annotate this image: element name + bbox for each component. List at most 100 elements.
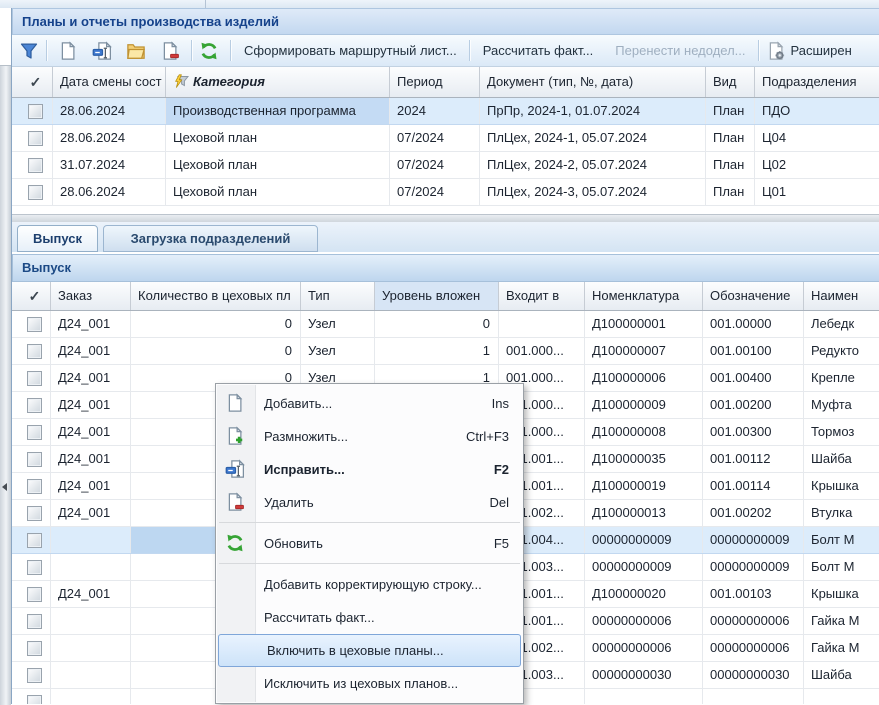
menu-item-label: Включить в цеховые планы... [267, 643, 506, 658]
table-row[interactable]: 28.06.2024 Производственная программа 20… [12, 98, 879, 125]
cell-kind: План [706, 98, 755, 124]
row-checkbox[interactable] [27, 614, 42, 629]
row-checkbox[interactable] [27, 425, 42, 440]
row-checkbox[interactable] [28, 158, 43, 173]
header-level[interactable]: Уровень вложен [375, 282, 499, 310]
cell-designation: 001.00400 [703, 365, 804, 391]
calc-fact-button[interactable]: Рассчитать факт... [483, 43, 594, 58]
header-qty[interactable]: Количество в цеховых пл [131, 282, 301, 310]
delete-document-icon [160, 41, 180, 61]
menu-item-duplicate[interactable]: Размножить... Ctrl+F3 [216, 420, 523, 453]
move-backlog-button: Перенести недодел... [615, 43, 745, 58]
header-department[interactable]: Подразделения [755, 67, 879, 97]
menu-item-refresh[interactable]: Обновить F5 [216, 527, 523, 560]
header-nomenclature[interactable]: Номенклатура [585, 282, 703, 310]
open-button[interactable] [124, 39, 148, 63]
settings-document-icon [766, 41, 786, 61]
refresh-button[interactable] [197, 39, 221, 63]
cell-nomenclature: 00000000006 [585, 635, 703, 661]
menu-item-add-correcting-row[interactable]: Добавить корректирующую строку... [216, 568, 523, 601]
cell-nomenclature: Д100000006 [585, 365, 703, 391]
header-date[interactable]: Дата смены сост [53, 67, 166, 97]
row-checkbox[interactable] [28, 131, 43, 146]
menu-item-delete[interactable]: Удалить Del [216, 486, 523, 519]
row-checkbox[interactable] [27, 452, 42, 467]
row-checkbox[interactable] [27, 479, 42, 494]
table-row[interactable]: Д24_001 0 Узел 1 001.000... Д100000007 0… [12, 338, 879, 365]
header-order[interactable]: Заказ [51, 282, 131, 310]
cell-document: ПрПр, 2024-1, 01.07.2024 [480, 98, 706, 124]
cell-designation: 001.00202 [703, 500, 804, 526]
table-row[interactable]: 28.06.2024 Цеховой план 07/2024 ПлЦех, 2… [12, 179, 879, 206]
cell-period: 07/2024 [390, 179, 480, 205]
header-check-column[interactable]: ✓ [12, 282, 51, 310]
row-checkbox[interactable] [27, 344, 42, 359]
row-checkbox[interactable] [27, 587, 42, 602]
filter-button[interactable] [17, 39, 41, 63]
tab-vypusk[interactable]: Выпуск [17, 225, 98, 252]
edit-document-icon [225, 459, 245, 482]
left-splitter-bar[interactable] [0, 65, 11, 705]
cell-kind: План [706, 152, 755, 178]
cell-date: 28.06.2024 [53, 98, 166, 124]
cell-name: Шайба [804, 446, 879, 472]
table-row[interactable]: Д24_001 0 Узел 0 Д100000001 001.00000 Ле… [12, 311, 879, 338]
row-checkbox[interactable] [28, 185, 43, 200]
row-checkbox[interactable] [27, 371, 42, 386]
cell-order [51, 527, 131, 553]
menu-item-shortcut: F5 [482, 536, 509, 551]
row-checkbox[interactable] [27, 533, 42, 548]
delete-button[interactable] [158, 39, 182, 63]
header-kind[interactable]: Вид [706, 67, 755, 97]
header-name[interactable]: Наимен [804, 282, 879, 310]
row-checkbox[interactable] [28, 104, 43, 119]
row-checkbox[interactable] [27, 560, 42, 575]
header-type[interactable]: Тип [301, 282, 375, 310]
menu-item-label: Добавить... [264, 396, 480, 411]
menu-item-label: Исключить из цеховых планов... [264, 676, 509, 691]
toolbar-separator [46, 40, 47, 61]
row-checkbox[interactable] [27, 668, 42, 683]
table-row[interactable]: 28.06.2024 Цеховой план 07/2024 ПлЦех, 2… [12, 125, 879, 152]
menu-item-edit[interactable]: Исправить... F2 [216, 453, 523, 486]
table-row[interactable]: 31.07.2024 Цеховой план 07/2024 ПлЦех, 2… [12, 152, 879, 179]
row-checkbox[interactable] [27, 641, 42, 656]
header-check-column[interactable]: ✓ [12, 67, 53, 97]
menu-item-label: Обновить [264, 536, 482, 551]
form-route-sheet-button[interactable]: Сформировать маршрутный лист... [244, 43, 457, 58]
row-checkbox[interactable] [27, 506, 42, 521]
tab-zagruzka-podrazdelenij[interactable]: Загрузка подразделений [103, 225, 318, 252]
edit-document-icon [92, 41, 112, 61]
row-checkbox[interactable] [27, 695, 42, 705]
row-checkbox[interactable] [27, 398, 42, 413]
menu-separator [216, 519, 523, 527]
menu-item-calc-fact[interactable]: Рассчитать факт... [216, 601, 523, 634]
add-button[interactable] [56, 39, 80, 63]
header-period[interactable]: Период [390, 67, 480, 97]
cell-order: Д24_001 [51, 311, 131, 337]
cell-designation: 00000000009 [703, 527, 804, 553]
cell-designation: 00000000030 [703, 662, 804, 688]
row-checkbox[interactable] [27, 317, 42, 332]
menu-item-add[interactable]: Добавить... Ins [216, 387, 523, 420]
cell-name: Втулка [804, 500, 879, 526]
group-header: Выпуск [12, 254, 879, 282]
cell-nomenclature: 00000000006 [585, 608, 703, 634]
header-parent[interactable]: Входит в [499, 282, 585, 310]
edit-button[interactable] [90, 39, 114, 63]
header-category[interactable]: Категория [166, 67, 390, 97]
advanced-button[interactable]: Расширен [791, 43, 852, 58]
cell-nomenclature: 00000000009 [585, 527, 703, 553]
toolbar-separator [230, 40, 231, 61]
cell-name: Редукто [804, 338, 879, 364]
cell-name: Лебедк [804, 311, 879, 337]
menu-item-include-in-shop-plans[interactable]: Включить в цеховые планы... [218, 634, 521, 667]
collapse-left-arrow-icon[interactable] [2, 483, 7, 491]
menu-item-exclude-from-shop-plans[interactable]: Исключить из цеховых планов... [216, 667, 523, 700]
header-document[interactable]: Документ (тип, №, дата) [480, 67, 706, 97]
cell-order: Д24_001 [51, 581, 131, 607]
header-designation[interactable]: Обозначение [703, 282, 804, 310]
toolbar-separator [758, 40, 759, 61]
advanced-button-icon-wrap[interactable] [764, 39, 788, 63]
top-strip-divider [205, 0, 206, 8]
